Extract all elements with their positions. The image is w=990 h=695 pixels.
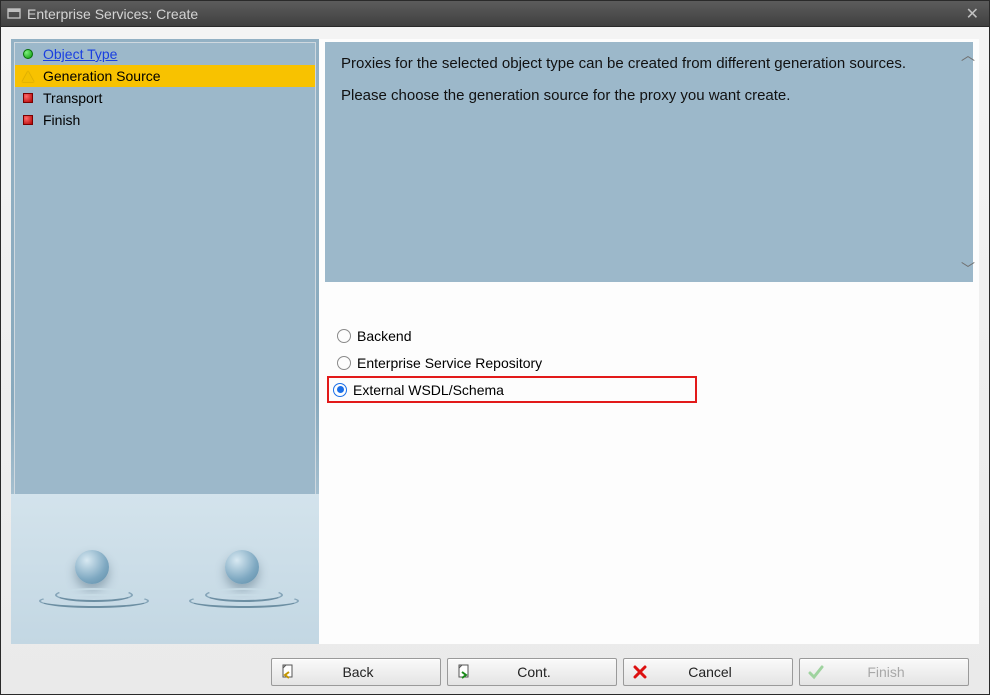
radio-icon[interactable]	[337, 329, 351, 343]
option-esr[interactable]: Enterprise Service Repository	[331, 349, 979, 376]
wizard-step-label: Transport	[43, 90, 102, 106]
main-panel: Proxies for the selected object type can…	[319, 39, 979, 644]
decorative-water-graphic	[11, 494, 319, 644]
info-scroll-indicator: ︿ ﹀	[961, 48, 975, 276]
generation-source-options: Backend Enterprise Service Repository Ex…	[331, 322, 979, 403]
wizard-steps-box: Object Type Generation Source Transport …	[14, 42, 316, 512]
titlebar: Enterprise Services: Create ✕	[1, 1, 989, 27]
radio-icon[interactable]	[333, 383, 347, 397]
button-bar: Back Cont. Cancel Finish	[1, 658, 989, 686]
wizard-step-label: Generation Source	[43, 68, 161, 84]
wizard-step-label[interactable]: Object Type	[43, 46, 117, 62]
option-label: Backend	[357, 328, 411, 344]
back-button[interactable]: Back	[271, 658, 441, 686]
dialog-window: Enterprise Services: Create ✕ Object Typ…	[0, 0, 990, 695]
wizard-sidebar: Object Type Generation Source Transport …	[11, 39, 319, 644]
info-box: Proxies for the selected object type can…	[325, 42, 973, 282]
scroll-down-icon[interactable]: ﹀	[961, 262, 975, 276]
wizard-step-transport[interactable]: Transport	[15, 87, 315, 109]
info-text-line1: Proxies for the selected object type can…	[341, 54, 957, 74]
body-area: Object Type Generation Source Transport …	[1, 27, 989, 694]
finish-check-icon	[808, 664, 824, 680]
continue-button[interactable]: Cont.	[447, 658, 617, 686]
option-label: Enterprise Service Repository	[357, 355, 542, 371]
status-complete-icon	[21, 47, 35, 61]
content-area: Object Type Generation Source Transport …	[11, 39, 979, 644]
button-label: Back	[300, 664, 432, 680]
wizard-step-label: Finish	[43, 112, 80, 128]
button-label: Cont.	[476, 664, 608, 680]
cancel-button[interactable]: Cancel	[623, 658, 793, 686]
wizard-step-generation-source[interactable]: Generation Source	[15, 65, 315, 87]
app-icon	[7, 7, 21, 21]
cancel-icon	[632, 664, 648, 680]
finish-button: Finish	[799, 658, 969, 686]
status-pending-icon	[21, 91, 35, 105]
button-label: Finish	[828, 664, 960, 680]
option-external-wsdl[interactable]: External WSDL/Schema	[327, 376, 697, 403]
radio-icon[interactable]	[337, 356, 351, 370]
wizard-step-finish[interactable]: Finish	[15, 109, 315, 131]
option-label: External WSDL/Schema	[353, 382, 504, 398]
status-current-icon	[21, 69, 35, 83]
info-text-line2: Please choose the generation source for …	[341, 86, 957, 106]
scroll-up-icon[interactable]: ︿	[961, 48, 975, 62]
page-next-icon	[456, 664, 472, 680]
button-label: Cancel	[652, 664, 784, 680]
option-backend[interactable]: Backend	[331, 322, 979, 349]
status-pending-icon	[21, 113, 35, 127]
wizard-step-object-type[interactable]: Object Type	[15, 43, 315, 65]
window-title: Enterprise Services: Create	[27, 6, 198, 22]
close-icon[interactable]: ✕	[962, 4, 983, 24]
page-back-icon	[280, 664, 296, 680]
